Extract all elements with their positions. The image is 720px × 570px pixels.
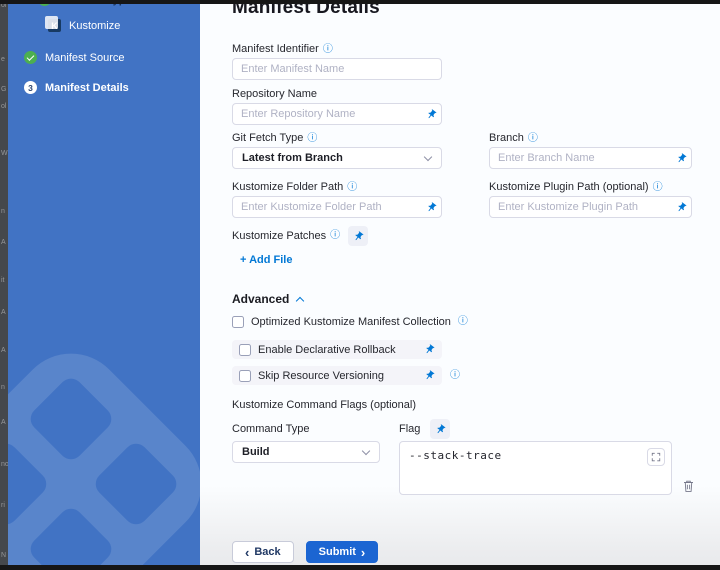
branch-label: Branch ⓘ: [489, 132, 692, 145]
delete-flag-button[interactable]: [682, 479, 695, 493]
manifest-details-screen: oleGolWSnAitAAnAnoriN Manifest Type K Ku…: [0, 0, 720, 570]
chevron-left-icon: ‹: [245, 547, 249, 558]
info-icon[interactable]: ⓘ: [653, 183, 663, 193]
runtime-input-pin-button[interactable]: [348, 226, 368, 246]
check-circle-icon: [24, 51, 37, 64]
wizard-step-sidebar: Manifest Type K Kustomize Manifest Sourc…: [8, 0, 200, 565]
chevron-up-icon: [296, 296, 304, 304]
advanced-section-toggle[interactable]: Advanced: [232, 292, 303, 306]
optimized-collection-row: Optimized Kustomize Manifest Collection …: [232, 316, 702, 328]
kustomize-k-icon: K: [48, 19, 61, 32]
runtime-input-pin-icon[interactable]: [671, 153, 691, 164]
runtime-input-pin-icon[interactable]: [671, 202, 691, 213]
strip-text-fragment: G: [1, 86, 6, 94]
branch-input[interactable]: [490, 152, 671, 164]
info-icon[interactable]: ⓘ: [347, 183, 357, 193]
sidebar-item-manifest-details[interactable]: 3 Manifest Details: [24, 81, 129, 94]
info-icon[interactable]: ⓘ: [450, 371, 460, 381]
strip-text-fragment: ol: [1, 103, 6, 111]
strip-text-fragment: WS: [1, 150, 8, 158]
command-flags-section-label: Kustomize Command Flags (optional): [232, 399, 702, 411]
strip-text-fragment: A: [1, 347, 6, 355]
declarative-rollback-row: Enable Declarative Rollback: [232, 340, 702, 359]
info-icon[interactable]: ⓘ: [323, 45, 333, 55]
strip-text-fragment: no: [1, 461, 8, 469]
submit-button[interactable]: Submit ›: [306, 541, 379, 563]
expand-editor-button[interactable]: [647, 448, 665, 466]
runtime-input-pin-icon[interactable]: [421, 202, 441, 213]
chevron-right-icon: ›: [361, 547, 365, 558]
kustomize-plugin-path-field: Kustomize Plugin Path (optional) ⓘ: [489, 181, 692, 218]
advanced-title: Advanced: [232, 292, 289, 306]
skip-resource-versioning-checkbox[interactable]: [239, 370, 251, 382]
kustomize-patches-label: Kustomize Patches ⓘ: [232, 230, 340, 243]
runtime-input-pin-button[interactable]: [430, 419, 450, 439]
add-file-link[interactable]: + Add File: [232, 254, 292, 266]
harness-logo-watermark: [8, 331, 200, 565]
flag-field: Flag --stack-trace: [399, 419, 695, 495]
kustomize-plugin-path-label: Kustomize Plugin Path (optional) ⓘ: [489, 181, 692, 194]
branch-field: Branch ⓘ: [489, 132, 692, 169]
runtime-input-pin-icon[interactable]: [422, 368, 437, 383]
runtime-input-pin-icon[interactable]: [421, 109, 441, 120]
step-number-badge: 3: [24, 81, 37, 94]
kustomize-plugin-path-input[interactable]: [490, 201, 671, 213]
repository-name-label: Repository Name: [232, 88, 702, 101]
wizard-footer-buttons: ‹ Back Submit ›: [232, 541, 702, 563]
info-icon[interactable]: ⓘ: [307, 134, 317, 144]
skip-resource-versioning-row: Skip Resource Versioning ⓘ: [232, 366, 702, 385]
strip-text-fragment: n: [1, 208, 5, 216]
kustomize-patches-field: Kustomize Patches ⓘ: [232, 226, 702, 246]
git-fetch-type-select[interactable]: Latest from Branch: [232, 147, 442, 169]
info-icon[interactable]: ⓘ: [528, 134, 538, 144]
command-type-field: Command Type Build: [232, 419, 380, 495]
repository-name-field: Repository Name: [232, 88, 702, 125]
git-fetch-type-label: Git Fetch Type ⓘ: [232, 132, 442, 145]
strip-text-fragment: N: [1, 552, 6, 560]
strip-text-fragment: A: [1, 309, 6, 317]
manifest-identifier-field: Manifest Identifier ⓘ: [232, 43, 702, 80]
info-icon[interactable]: ⓘ: [458, 317, 468, 327]
chevron-down-icon: [424, 152, 432, 160]
step-label: Kustomize: [69, 20, 120, 32]
background-strip: oleGolWSnAitAAnAnoriN: [0, 0, 8, 570]
strip-text-fragment: n: [1, 384, 5, 392]
step-label: Manifest Source: [45, 52, 124, 64]
git-fetch-type-field: Git Fetch Type ⓘ Latest from Branch: [232, 132, 442, 169]
strip-text-fragment: A: [1, 239, 6, 247]
declarative-rollback-checkbox[interactable]: [239, 344, 251, 356]
manifest-identifier-input[interactable]: [233, 63, 441, 75]
kustomize-folder-path-label: Kustomize Folder Path ⓘ: [232, 181, 442, 194]
bottom-black-bar: [0, 565, 720, 570]
flag-label: Flag: [399, 423, 420, 436]
command-flags-row: Command Type Build Flag --stack: [232, 419, 702, 495]
strip-text-fragment: ri: [1, 502, 5, 510]
manifest-identifier-label: Manifest Identifier ⓘ: [232, 43, 702, 56]
strip-text-fragment: A: [1, 419, 6, 427]
back-button[interactable]: ‹ Back: [232, 541, 294, 563]
command-type-select[interactable]: Build: [232, 441, 380, 463]
flag-input[interactable]: --stack-trace: [400, 442, 671, 494]
strip-text-fragment: it: [1, 277, 5, 285]
sidebar-item-manifest-source[interactable]: Manifest Source: [24, 51, 124, 64]
optimized-collection-checkbox[interactable]: [232, 316, 244, 328]
repository-name-input[interactable]: [233, 108, 421, 120]
chevron-down-icon: [362, 446, 370, 454]
kustomize-folder-path-field: Kustomize Folder Path ⓘ: [232, 181, 442, 218]
manifest-details-form: Manifest Details Manifest Identifier ⓘ R…: [200, 0, 720, 565]
strip-text-fragment: e: [1, 56, 5, 64]
step-label: Manifest Details: [45, 82, 129, 94]
command-type-label: Command Type: [232, 423, 309, 436]
top-black-bar: [0, 0, 720, 4]
info-icon[interactable]: ⓘ: [330, 231, 340, 241]
runtime-input-pin-icon[interactable]: [422, 342, 437, 357]
sidebar-item-kustomize[interactable]: K Kustomize: [48, 19, 120, 32]
kustomize-folder-path-input[interactable]: [233, 201, 421, 213]
